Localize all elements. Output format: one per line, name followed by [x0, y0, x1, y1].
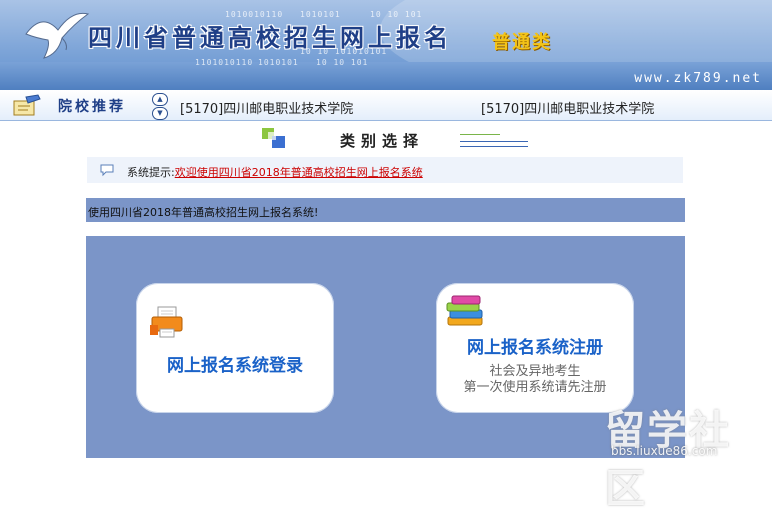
site-watermark: 留学社区 bbs.liuxue86.com: [597, 398, 767, 512]
tip-prefix: 系统提示:: [127, 166, 175, 179]
title-underline: [460, 146, 528, 147]
login-title: 网上报名系统登录: [167, 356, 303, 376]
printer-icon: [150, 306, 183, 338]
welcome-bar: 使用四川省2018年普通高校招生网上报名系统!: [86, 198, 685, 222]
banner-title: 四川省普通高校招生网上报名: [88, 23, 452, 52]
register-card-button[interactable]: 网上报名系统注册 社会及异地考生 第一次使用系统请先注册: [436, 283, 634, 413]
speech-bubble-icon: [100, 164, 114, 177]
seagull-icon: [25, 12, 90, 59]
scroll-down-button[interactable]: ▼: [152, 107, 168, 120]
recommend-bar: 院校推荐 ▲ ▼ [5170]四川邮电职业技术学院 [5170]四川邮电职业技术…: [0, 90, 772, 121]
scroll-controls: ▲ ▼: [152, 93, 168, 120]
scroll-up-button[interactable]: ▲: [152, 93, 168, 106]
pen-paper-icon: [13, 94, 41, 116]
tip-text: 系统提示:欢迎使用四川省2018年普通高校招生网上报名系统: [127, 164, 423, 180]
banner-badge: 普通类: [492, 32, 552, 53]
school-link[interactable]: [5170]四川邮电职业技术学院: [481, 98, 654, 117]
system-tip-bar: 系统提示:欢迎使用四川省2018年普通高校招生网上报名系统: [87, 157, 683, 183]
register-title: 网上报名系统注册: [467, 338, 603, 358]
site-url: www.zk789.net: [634, 71, 762, 86]
header-banner: 1010010110 1010101 10 10 101 1101010110 …: [0, 0, 772, 90]
binary-decoration: 1101010110: [195, 58, 254, 67]
register-subtitle: 第一次使用系统请先注册: [463, 380, 607, 395]
entry-panel: 网上报名系统登录 网上报名系统注册 社会及异地考生 第一次使用系统请先注册: [86, 236, 685, 458]
category-cube-icon: [262, 128, 285, 148]
books-icon: [446, 295, 483, 326]
binary-decoration: 10 10 101: [316, 58, 369, 67]
tip-link[interactable]: 欢迎使用四川省2018年普通高校招生网上报名系统: [175, 166, 423, 179]
binary-decoration: 1010101: [258, 58, 299, 67]
category-title: 类别选择: [340, 132, 425, 150]
welcome-text: 使用四川省2018年普通高校招生网上报名系统!: [88, 206, 319, 219]
watermark-url: bbs.liuxue86.com: [611, 444, 718, 458]
title-underline: [460, 134, 500, 135]
register-subtitle: 社会及异地考生: [489, 364, 581, 379]
title-underline: [460, 141, 528, 142]
login-card-button[interactable]: 网上报名系统登录: [136, 283, 334, 413]
recommend-label: 院校推荐: [58, 99, 126, 115]
school-link[interactable]: [5170]四川邮电职业技术学院: [180, 98, 353, 117]
